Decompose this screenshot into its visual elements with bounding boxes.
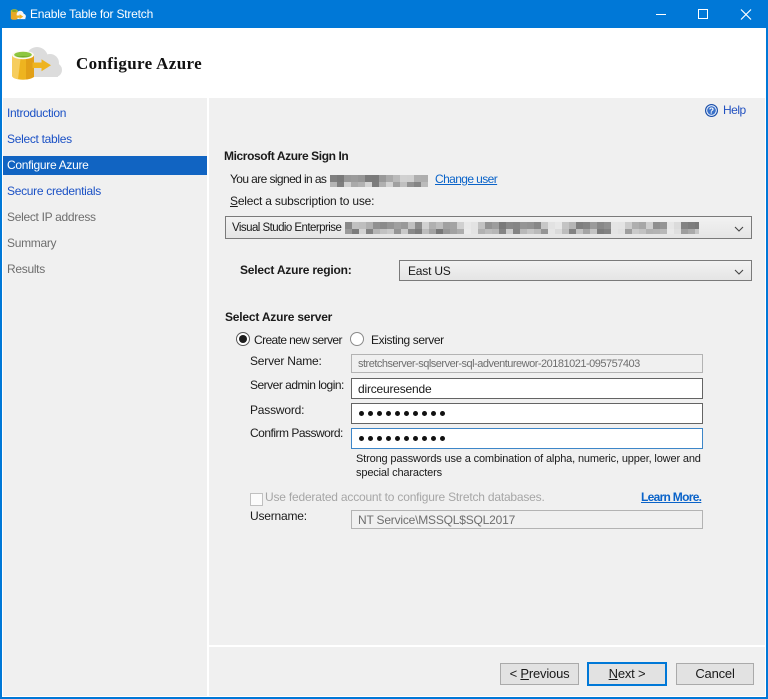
svg-text:?: ? bbox=[709, 106, 714, 116]
